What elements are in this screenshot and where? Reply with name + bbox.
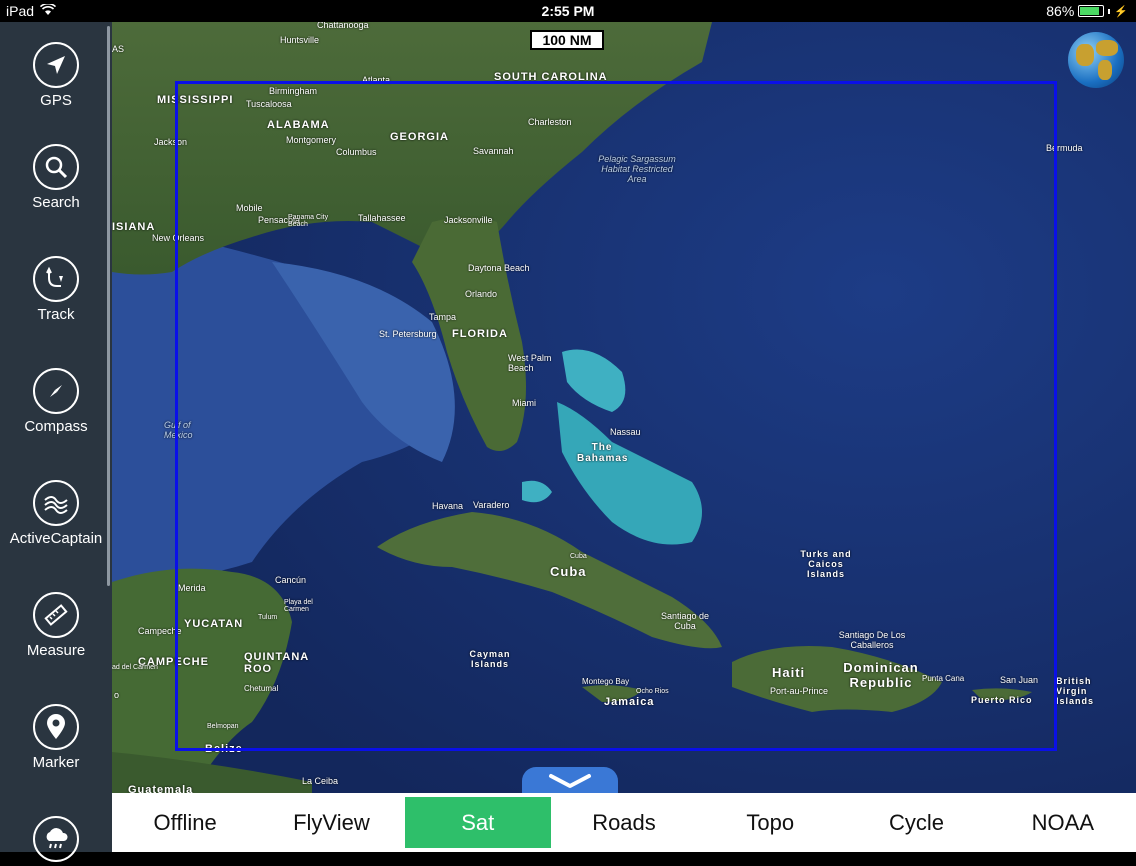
magnifier-icon xyxy=(33,144,79,190)
location-pin-icon xyxy=(33,704,79,750)
chevron-down-icon xyxy=(549,774,591,788)
status-right: 86% ⚡ xyxy=(1046,3,1128,19)
battery-fill xyxy=(1080,7,1100,15)
compass-button[interactable]: Compass xyxy=(0,368,112,435)
globe-land-west xyxy=(1076,44,1094,66)
map-label-bvi: British Virgin Islands xyxy=(1056,676,1095,706)
weather-cloud-icon xyxy=(33,816,79,862)
battery-percent: 86% xyxy=(1046,3,1075,19)
layer-tab-sat[interactable]: Sat xyxy=(404,797,551,848)
layer-tab-topo[interactable]: Topo xyxy=(697,797,843,848)
measure-button[interactable]: Measure xyxy=(0,592,112,659)
layer-tab-cycle[interactable]: Cycle xyxy=(843,797,989,848)
charging-icon: ⚡ xyxy=(1114,5,1128,18)
battery-tip xyxy=(1108,8,1111,14)
layer-tab-flyview[interactable]: FlyView xyxy=(258,797,404,848)
map-label-chattanooga: Chattanooga xyxy=(317,22,369,30)
activecaptain-icon xyxy=(33,480,79,526)
compass-icon xyxy=(33,368,79,414)
map-label-left-o: o xyxy=(114,690,120,700)
download-area-rectangle[interactable] xyxy=(175,81,1057,751)
map-layer-bar: Offline FlyView Sat Roads Topo Cycle NOA… xyxy=(112,793,1136,852)
activecaptain-button[interactable]: ActiveCaptain xyxy=(0,480,112,547)
collapse-layers-button[interactable] xyxy=(522,767,618,793)
globe-land-north xyxy=(1096,40,1118,56)
search-label: Search xyxy=(32,194,80,211)
weather-button[interactable] xyxy=(0,816,112,866)
globe-button[interactable] xyxy=(1068,32,1124,88)
satellite-map[interactable]: Chattanooga Huntsville Atlanta SOUTH CAR… xyxy=(112,22,1136,793)
map-label-huntsville: Huntsville xyxy=(280,35,320,45)
map-label-mississippi-abbr: AS xyxy=(112,44,125,54)
map-label-la-ceiba: La Ceiba xyxy=(302,776,339,786)
gps-label: GPS xyxy=(40,92,72,109)
marker-label: Marker xyxy=(32,754,80,771)
map-label-left-ad: ad del Carmen xyxy=(112,664,158,671)
map-label-louisiana: ISIANA xyxy=(112,221,156,233)
gps-button[interactable]: GPS xyxy=(0,42,112,109)
map-label-guatemala: Guatemala xyxy=(128,784,194,793)
compass-label: Compass xyxy=(24,418,88,435)
navigation-arrow-icon xyxy=(33,42,79,88)
track-icon xyxy=(33,256,79,302)
layer-tab-noaa[interactable]: NOAA xyxy=(990,797,1136,848)
ruler-icon xyxy=(33,592,79,638)
layer-tab-offline[interactable]: Offline xyxy=(112,797,258,848)
globe-land-south xyxy=(1098,60,1112,80)
scale-bar: 100 NM xyxy=(530,30,604,50)
measure-label: Measure xyxy=(26,642,86,659)
search-button[interactable]: Search xyxy=(0,144,112,211)
layer-tab-roads[interactable]: Roads xyxy=(551,797,697,848)
tool-sidebar: GPS Search Track Compass ActiveCaptain M… xyxy=(0,22,112,862)
track-label: Track xyxy=(37,306,75,323)
status-bar: iPad 2:55 PM 86% ⚡ xyxy=(0,0,1136,22)
battery-icon xyxy=(1078,5,1105,17)
track-button[interactable]: Track xyxy=(0,256,112,323)
status-time: 2:55 PM xyxy=(541,3,595,19)
activecaptain-label: ActiveCaptain xyxy=(9,530,103,547)
marker-button[interactable]: Marker xyxy=(0,704,112,771)
